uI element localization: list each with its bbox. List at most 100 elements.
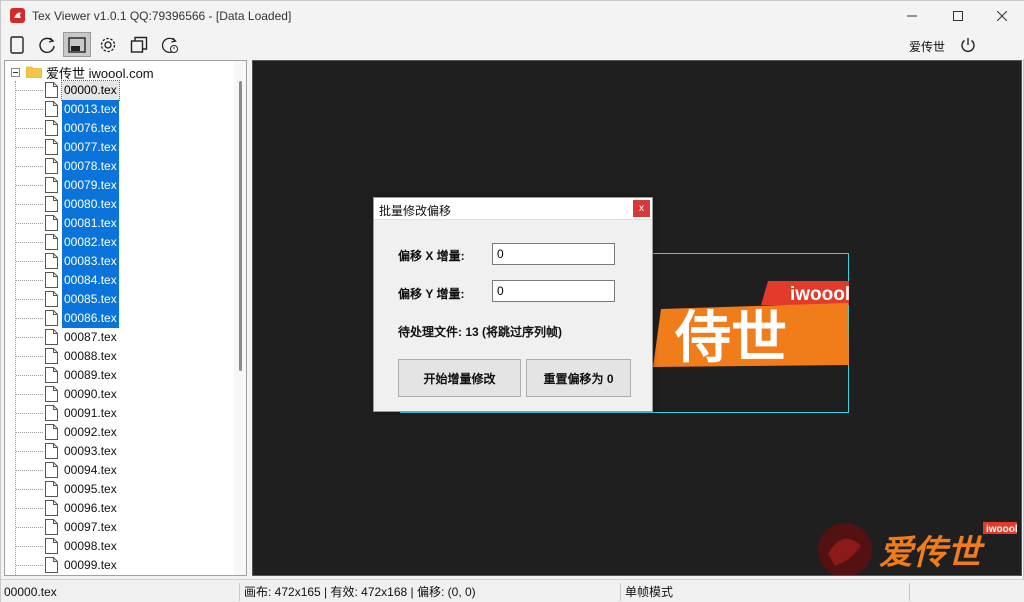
tree-item[interactable]: 00098.tex (5, 537, 235, 556)
frame-mode-button[interactable] (63, 32, 91, 57)
file-icon (45, 120, 58, 136)
pending-files-info: 待处理文件: 13 (将跳过序列帧) (398, 325, 563, 339)
tree-item[interactable]: 00076.tex (5, 119, 235, 138)
tree-item-label: 00096.tex (64, 501, 117, 515)
tree-item[interactable]: 00013.tex (5, 100, 235, 119)
tree-connector (16, 394, 43, 395)
window-title: Tex Viewer v1.0.1 QQ:79396566 - [Data Lo… (32, 9, 292, 23)
file-icon (45, 443, 58, 459)
tree-item[interactable]: 00084.tex (5, 271, 235, 290)
maximize-button[interactable] (935, 1, 981, 31)
status-dimensions: 画布: 472x165 | 有效: 472x168 | 偏移: (0, 0) (241, 583, 621, 601)
tree-connector (16, 242, 43, 243)
reset-offset-dialog-button[interactable]: 重置偏移为 0 (526, 359, 631, 397)
minimize-button[interactable] (889, 1, 935, 31)
tree-connector (16, 109, 43, 110)
tree-item-label: 00093.tex (64, 444, 117, 458)
tree-connector (16, 166, 43, 167)
watermark-text: 爱传世 (879, 533, 986, 573)
tree-item[interactable]: 00094.tex (5, 461, 235, 480)
offset-y-label: 偏移 Y 增量: (398, 287, 465, 301)
dialog-close-button[interactable]: x (633, 200, 650, 217)
tree-item-label: 00086.tex (62, 309, 119, 328)
tree-item-label: 00098.tex (64, 539, 117, 553)
tree-item[interactable]: 00082.tex (5, 233, 235, 252)
tree-item-label: 00090.tex (64, 387, 117, 401)
tree-item[interactable]: 00093.tex (5, 442, 235, 461)
tree-item[interactable]: 00097.tex (5, 518, 235, 537)
refresh-icon (39, 37, 55, 53)
offset-y-input[interactable] (492, 280, 615, 302)
file-icon (45, 481, 58, 497)
tree-connector (16, 185, 43, 186)
reset-offset-button[interactable] (156, 32, 184, 57)
tree-item[interactable]: 00092.tex (5, 423, 235, 442)
tree-connector (16, 451, 43, 452)
tree-connector (16, 147, 43, 148)
close-window-button[interactable] (979, 1, 1024, 31)
tree-item[interactable]: 00085.tex (5, 290, 235, 309)
settings-button[interactable] (94, 32, 122, 57)
tree-item[interactable]: 00081.tex (5, 214, 235, 233)
tree-item-label: 00099.tex (64, 558, 117, 572)
file-icon (45, 386, 58, 402)
file-icon (45, 348, 58, 364)
tree-item[interactable]: 00095.tex (5, 480, 235, 499)
tree-connector (16, 508, 43, 509)
file-icon (45, 329, 58, 345)
tree-item[interactable]: 00000.tex (5, 80, 235, 101)
file-icon (45, 519, 58, 535)
tree-item[interactable]: 00089.tex (5, 366, 235, 385)
tree-item[interactable]: 00088.tex (5, 347, 235, 366)
file-icon (45, 310, 58, 326)
tree-list: 00000.tex 00013.tex 00076.tex 00077.tex 0007… (5, 80, 235, 575)
tree-item[interactable]: 00099.tex (5, 556, 235, 575)
status-mode: 单帧模式 (622, 583, 910, 601)
tree-item-label: 00085.tex (62, 290, 119, 309)
app-window: Tex Viewer v1.0.1 QQ:79396566 - [Data Lo… (0, 0, 1024, 602)
tree-connector (16, 90, 43, 91)
tree-connector (16, 128, 43, 129)
user-label[interactable]: 爱传世 (909, 38, 945, 55)
tree-item-label: 00092.tex (64, 425, 117, 439)
tree-item-label: 00078.tex (62, 157, 119, 176)
tree-item-label: 00077.tex (62, 138, 119, 157)
offset-x-input[interactable] (492, 243, 615, 265)
tree-item[interactable]: 00080.tex (5, 195, 235, 214)
power-button[interactable] (956, 33, 980, 57)
file-icon (45, 291, 58, 307)
file-icon (45, 196, 58, 212)
file-icon (45, 272, 58, 288)
batch-offset-dialog: 批量修改偏移 x 偏移 X 增量: 偏移 Y 增量: 待处理文件: 13 (将跳… (373, 197, 653, 412)
tree-item[interactable]: 00077.tex (5, 138, 235, 157)
scroll-thumb[interactable] (239, 81, 242, 371)
tree-root[interactable]: 爱传世 iwoool.com (7, 63, 154, 81)
reset-offset-icon (161, 37, 178, 53)
collapse-toggle-icon[interactable] (11, 67, 20, 77)
tree-item[interactable]: 00096.tex (5, 499, 235, 518)
new-file-button[interactable] (3, 32, 31, 57)
copy-button[interactable] (125, 32, 153, 57)
offset-x-label: 偏移 X 增量: (398, 249, 465, 263)
frame-mode-icon (68, 36, 86, 53)
dialog-title-bar[interactable]: 批量修改偏移 x (374, 198, 652, 220)
tree-item[interactable]: 00087.tex (5, 328, 235, 347)
tree-item[interactable]: 00083.tex (5, 252, 235, 271)
tree-item-label: 00000.tex (61, 80, 120, 101)
refresh-button[interactable] (33, 32, 61, 57)
title-bar: Tex Viewer v1.0.1 QQ:79396566 - [Data Lo… (1, 1, 1024, 31)
tree-connector (16, 356, 43, 357)
tree-item[interactable]: 00079.tex (5, 176, 235, 195)
file-tree[interactable]: 爱传世 iwoool.com 00000.tex 00013.tex 00076.t… (4, 60, 247, 576)
dialog-title: 批量修改偏移 (379, 204, 452, 218)
tree-connector (16, 318, 43, 319)
tree-item[interactable]: 00086.tex (5, 309, 235, 328)
tree-item[interactable]: 00091.tex (5, 404, 235, 423)
tree-scrollbar[interactable] (234, 61, 246, 575)
tree-item[interactable]: 00090.tex (5, 385, 235, 404)
apply-offset-button[interactable]: 开始增量修改 (398, 359, 521, 397)
tree-item-label: 00087.tex (64, 330, 117, 344)
file-icon (45, 158, 58, 174)
copy-icon (130, 36, 148, 53)
tree-item[interactable]: 00078.tex (5, 157, 235, 176)
